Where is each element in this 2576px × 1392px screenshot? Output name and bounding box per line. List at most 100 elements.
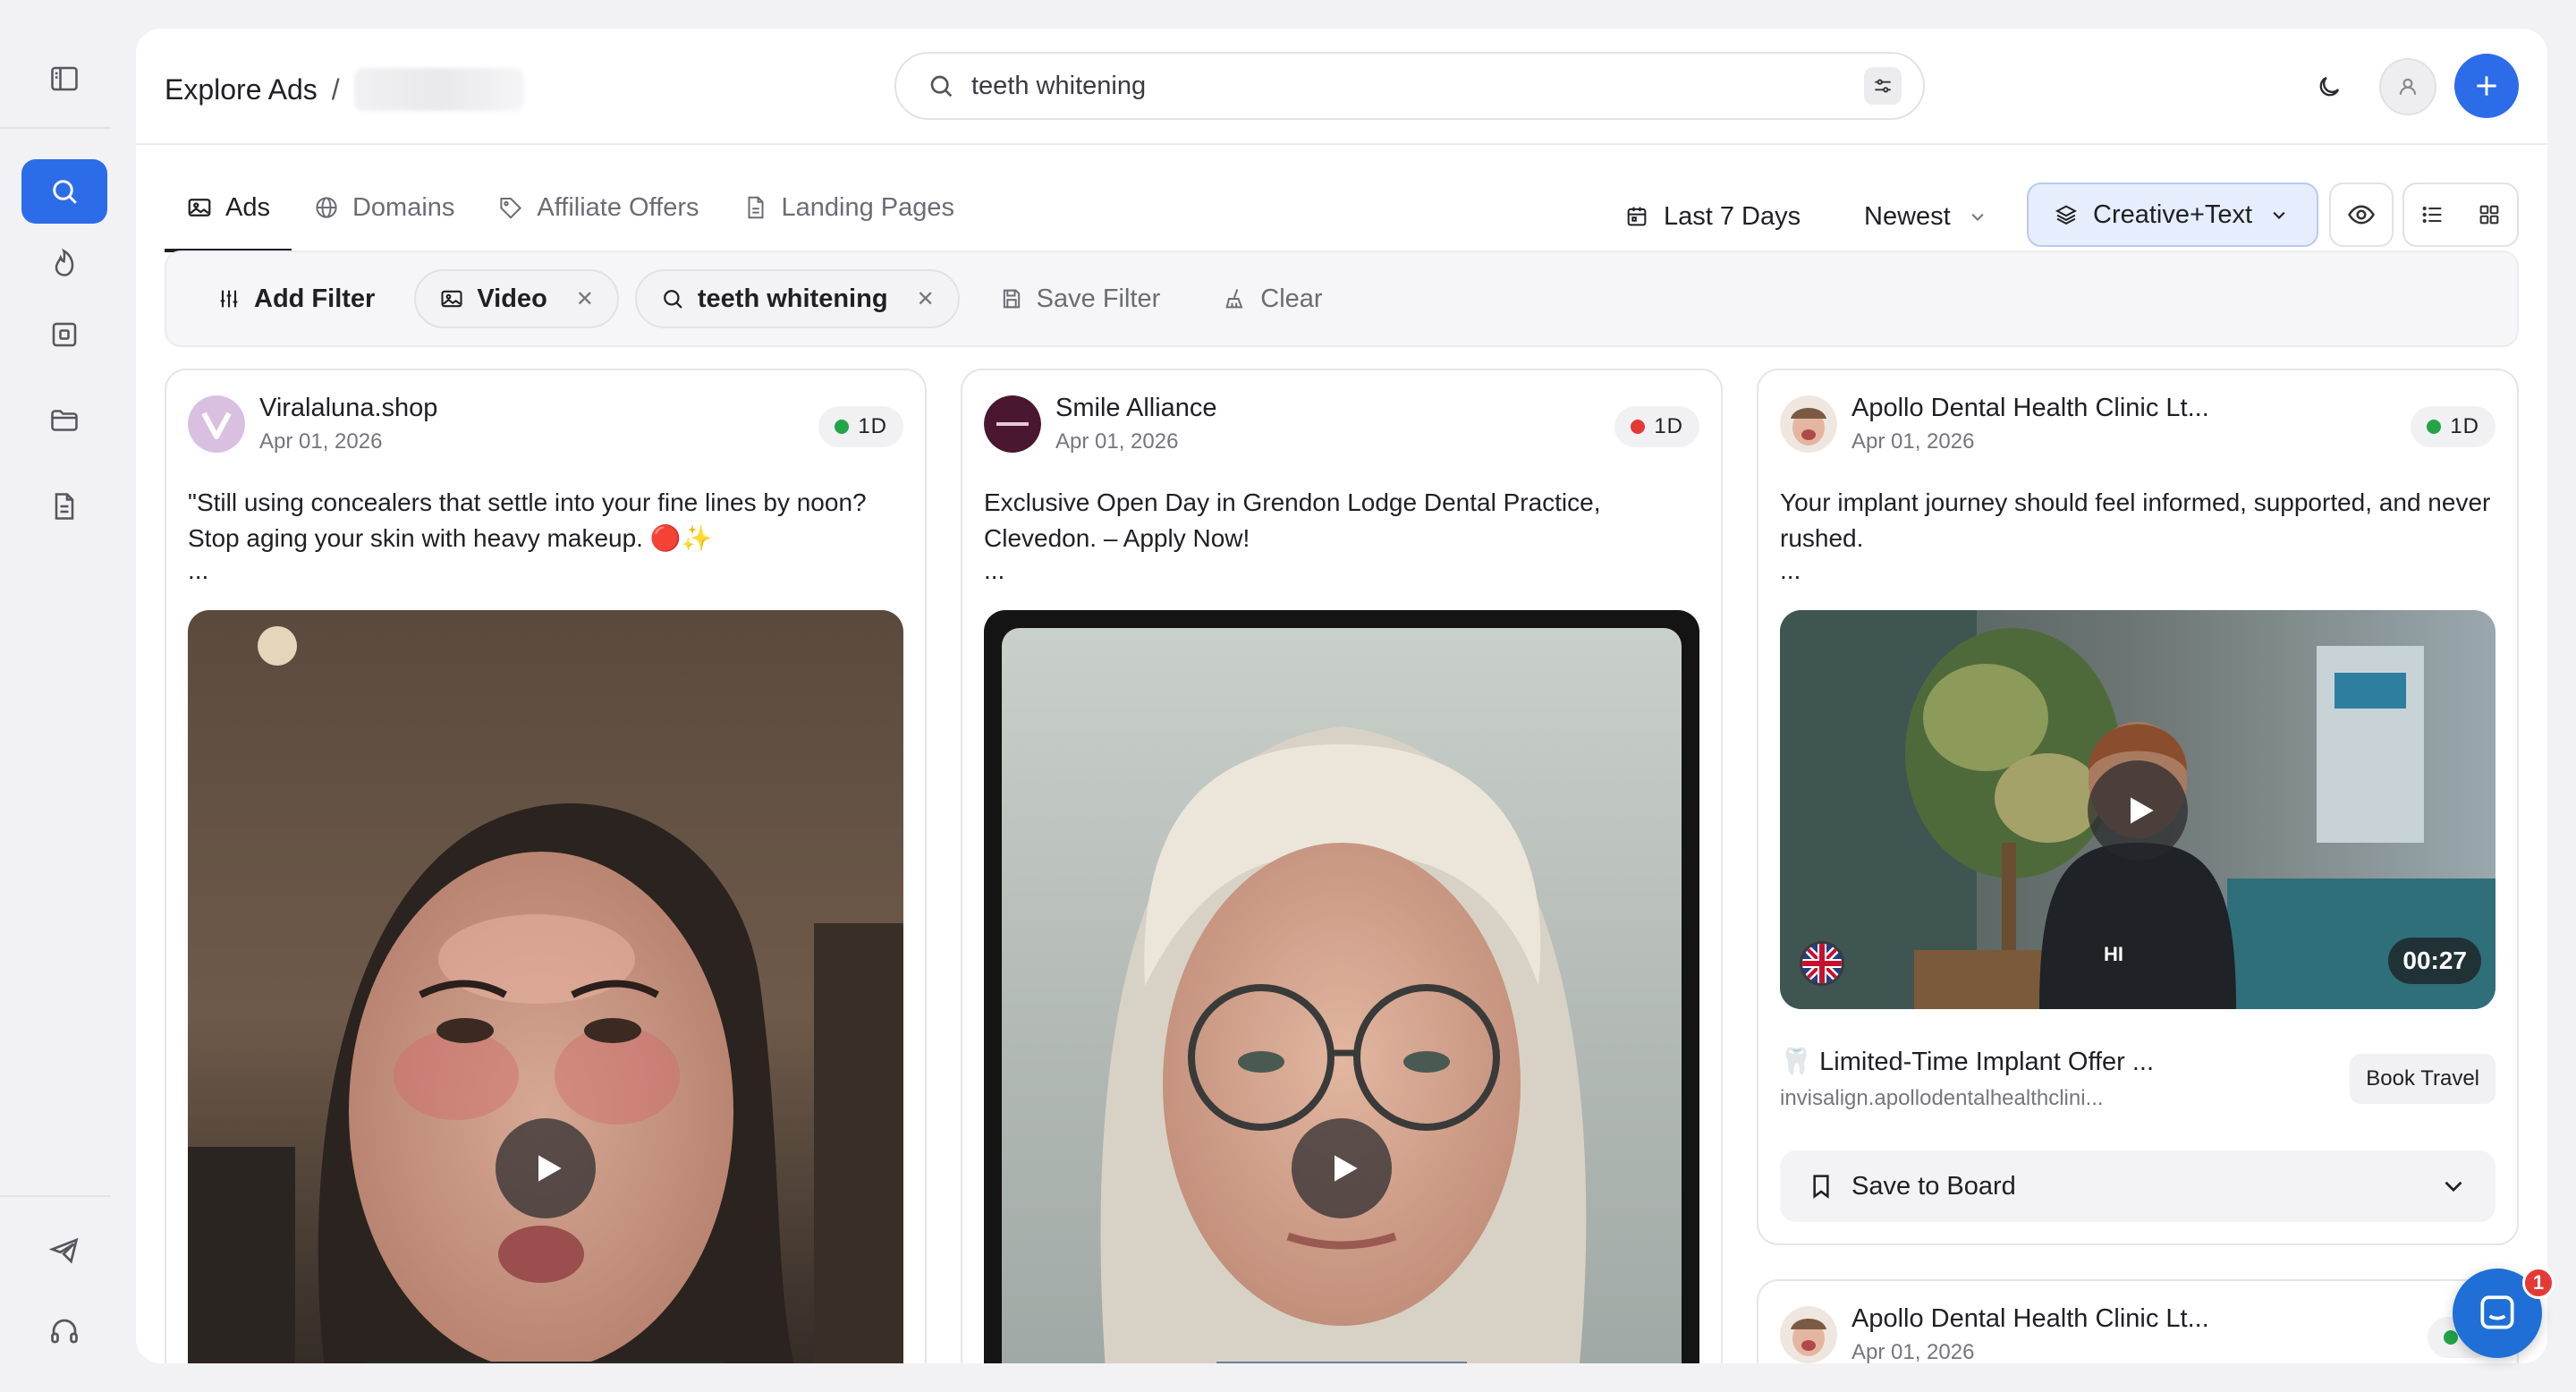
tab-landing-pages[interactable]: Landing Pages: [721, 163, 977, 252]
ad-text: "Still using concealers that settle into…: [188, 488, 867, 552]
tab-domains[interactable]: Domains: [292, 163, 476, 252]
tab-affiliate-offers[interactable]: Affiliate Offers: [476, 163, 720, 252]
chevron-down-icon: [2273, 211, 2285, 219]
image-icon: [441, 290, 462, 308]
ad-date: Apr 01, 2026: [1055, 429, 1179, 454]
ad-card[interactable]: Smile Alliance Apr 01, 2026 1D Exclusive…: [961, 369, 1723, 1363]
play-button[interactable]: [1292, 1118, 1392, 1218]
filter-chip-video[interactable]: Video ✕: [414, 269, 619, 328]
eye-icon: [2348, 205, 2375, 225]
left-rail: [0, 0, 136, 1392]
telegram-icon[interactable]: [21, 1218, 107, 1283]
advertiser-logo: [984, 395, 1041, 453]
advertiser-name[interactable]: Apollo Dental Health Clinic Lt...: [1852, 1304, 2209, 1334]
play-icon: [1335, 1155, 1358, 1182]
display-mode-select[interactable]: Creative+Text: [2027, 182, 2319, 247]
chat-icon: [2480, 1295, 2514, 1329]
search-input[interactable]: [971, 71, 1864, 101]
play-button[interactable]: [496, 1118, 596, 1218]
list-view-icon[interactable]: [2404, 184, 2461, 245]
create-plus-button[interactable]: [2454, 54, 2519, 118]
status-badge: 1D: [1614, 406, 1699, 447]
date-range-select[interactable]: Last 7 Days: [1624, 188, 1801, 245]
dark-mode-moon-icon[interactable]: [2301, 58, 2358, 115]
ad-card[interactable]: Viralaluna.shop Apr 01, 2026 1D "Still u…: [165, 369, 927, 1363]
search-bar[interactable]: [894, 52, 1925, 120]
ad-text: Exclusive Open Day in Grendon Lodge Dent…: [984, 488, 1601, 552]
tab-label: Landing Pages: [781, 192, 955, 222]
calendar-icon: [1627, 207, 1647, 226]
cta-button[interactable]: Book Travel: [2350, 1054, 2496, 1104]
rail-divider: [0, 127, 111, 129]
add-filter-button[interactable]: Add Filter: [193, 269, 398, 328]
save-filter-button[interactable]: Save Filter: [976, 269, 1184, 328]
remove-filter-close-icon[interactable]: ✕: [917, 286, 935, 312]
ad-text: Your implant journey should feel informe…: [1780, 488, 2491, 552]
clear-filters-button[interactable]: Clear: [1199, 269, 1345, 328]
ad-video-thumbnail[interactable]: [984, 610, 1699, 1363]
ad-text-more[interactable]: ...: [984, 556, 1004, 585]
ad-date: Apr 01, 2026: [259, 429, 383, 454]
ad-video-thumbnail[interactable]: HI 00:27: [1780, 610, 2496, 1009]
status-dot: [2443, 1330, 2458, 1345]
user-avatar-icon[interactable]: [2379, 58, 2436, 115]
save-to-board-label: Save to Board: [1852, 1171, 2016, 1201]
ad-card[interactable]: Apollo Dental Health Clinic Lt... Apr 01…: [1757, 369, 2519, 1245]
globe-icon: [316, 197, 337, 218]
status-dot: [2427, 420, 2442, 434]
visibility-eye-button[interactable]: [2329, 182, 2394, 247]
nav-trending-flame-icon[interactable]: [21, 231, 107, 295]
image-icon: [188, 199, 211, 216]
ad-text-more[interactable]: ...: [1780, 556, 1801, 585]
support-headphones-icon[interactable]: [21, 1299, 107, 1363]
sliders-icon: [220, 290, 238, 308]
search-icon: [930, 75, 953, 98]
ad-card[interactable]: Apollo Dental Health Clinic Lt... Apr 01…: [1757, 1279, 2519, 1363]
tab-label: Domains: [352, 192, 455, 222]
card-header: Smile Alliance Apr 01, 2026 1D: [984, 392, 1699, 456]
save-to-board-button[interactable]: Save to Board: [1780, 1150, 2496, 1222]
landing-page-title[interactable]: 🦷 Limited-Time Implant Offer ...: [1780, 1047, 2154, 1077]
status-badge: 1D: [818, 406, 903, 447]
status-dot: [835, 420, 850, 434]
advertiser-name[interactable]: Apollo Dental Health Clinic Lt...: [1852, 394, 2209, 423]
sort-label: Newest: [1864, 201, 1951, 231]
ad-text-more[interactable]: ...: [188, 556, 208, 585]
content-tabs: Ads Domains Affiliate Offers Landing Pag…: [165, 163, 976, 256]
filter-chip-label: Video: [477, 284, 547, 313]
add-filter-label: Add Filter: [254, 284, 376, 313]
nav-explore-search-icon[interactable]: [21, 159, 107, 224]
document-icon: [748, 196, 763, 219]
ad-video-thumbnail[interactable]: [188, 610, 903, 1363]
filter-chip-keyword[interactable]: teeth whitening ✕: [634, 269, 960, 328]
breadcrumb-separator: /: [331, 72, 340, 106]
remove-filter-close-icon[interactable]: ✕: [576, 286, 594, 312]
advertiser-name[interactable]: Smile Alliance: [1055, 394, 1217, 423]
top-divider: [136, 143, 2547, 145]
advertiser-logo: [1780, 1306, 1837, 1363]
nav-document-icon[interactable]: [21, 474, 107, 539]
advertiser-logo: [1780, 395, 1837, 453]
display-mode-label: Creative+Text: [2093, 199, 2253, 229]
card-header: Apollo Dental Health Clinic Lt... Apr 01…: [1780, 392, 2496, 456]
video-caption: HI: [2104, 943, 2123, 965]
grid-view-icon[interactable]: [2461, 184, 2517, 245]
tab-label: Ads: [225, 192, 270, 222]
tab-ads[interactable]: Ads: [165, 163, 292, 252]
sidebar-toggle-icon[interactable]: [21, 47, 107, 111]
advertiser-name[interactable]: Viralaluna.shop: [259, 394, 437, 423]
nav-saved-square-icon[interactable]: [21, 302, 107, 367]
sort-select[interactable]: Newest: [1864, 188, 1990, 245]
play-button[interactable]: [2088, 760, 2188, 861]
bookmark-icon: [1813, 1175, 1829, 1199]
search-icon: [664, 290, 682, 309]
breadcrumb: Explore Ads /: [165, 64, 524, 115]
filter-settings-icon[interactable]: [1864, 67, 1902, 105]
landing-page-url[interactable]: invisalign.apollodentalhealthclini...: [1780, 1086, 2104, 1111]
broom-icon: [1225, 289, 1243, 309]
breadcrumb-root[interactable]: Explore Ads: [165, 73, 318, 106]
chevron-down-icon[interactable]: [2438, 1171, 2469, 1201]
play-icon: [538, 1155, 562, 1182]
rail-divider-bottom: [0, 1195, 111, 1197]
nav-folder-icon[interactable]: [21, 388, 107, 453]
